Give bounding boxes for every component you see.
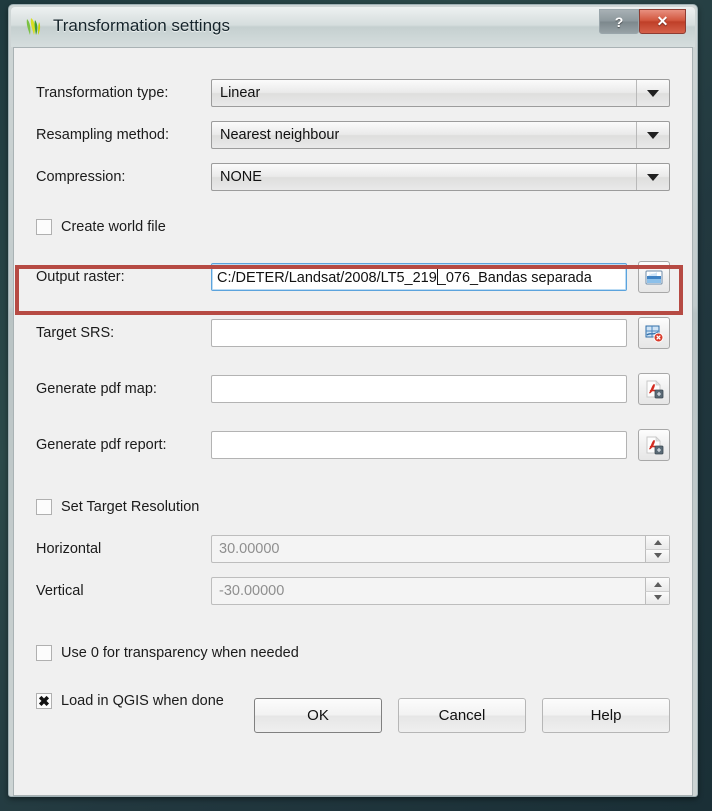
transformation-type-select[interactable]: Linear: [211, 79, 670, 107]
generate-pdf-report-label: Generate pdf report:: [36, 437, 167, 453]
vertical-stepper[interactable]: -30.00000: [211, 577, 670, 605]
pdf-file-icon: [646, 380, 664, 399]
help-button[interactable]: Help: [542, 698, 670, 733]
output-raster-input[interactable]: C:/DETER/Landsat/2008/LT5_219_076_Bandas…: [211, 263, 627, 291]
use-zero-transparency-label: Use 0 for transparency when needed: [61, 645, 299, 661]
title-bar: Transformation settings ? ✕: [11, 7, 695, 47]
pdf-file-icon: [646, 436, 664, 455]
chevron-down-icon[interactable]: [636, 164, 669, 190]
transformation-type-value: Linear: [220, 85, 261, 101]
generate-pdf-map-row: Generate pdf map:: [36, 373, 670, 405]
vertical-spin-buttons[interactable]: [645, 578, 669, 604]
transformation-settings-dialog: Transformation settings ? ✕ Transformati…: [8, 4, 698, 797]
target-srs-label: Target SRS:: [36, 325, 115, 341]
generate-pdf-map-browse-button[interactable]: [638, 373, 670, 405]
output-raster-label: Output raster:: [36, 269, 125, 285]
close-icon[interactable]: ✕: [639, 9, 686, 34]
resampling-method-row: Resampling method: Nearest neighbour: [36, 120, 670, 150]
crs-select-icon: [645, 325, 664, 343]
target-srs-select-button[interactable]: [638, 317, 670, 349]
target-srs-row: Target SRS:: [36, 317, 670, 349]
load-in-qgis-label: Load in QGIS when done: [61, 693, 224, 709]
horizontal-spin-buttons[interactable]: [645, 536, 669, 562]
window-title: Transformation settings: [53, 16, 230, 35]
spin-down-icon[interactable]: [645, 591, 669, 604]
create-world-file-checkbox[interactable]: [36, 219, 52, 235]
compression-row: Compression: NONE: [36, 162, 670, 192]
compression-label: Compression:: [36, 169, 126, 185]
settings-form: Transformation type: Linear Resampling m…: [14, 48, 692, 795]
horizontal-value: 30.00000: [219, 541, 280, 557]
compression-select[interactable]: NONE: [211, 163, 670, 191]
resampling-method-value: Nearest neighbour: [220, 127, 340, 143]
dialog-button-bar: OK Cancel Help: [254, 698, 670, 733]
horizontal-resolution-row: Horizontal 30.00000: [36, 534, 670, 564]
generate-pdf-report-browse-button[interactable]: [638, 429, 670, 461]
output-raster-row: Output raster: C:/DETER/Landsat/2008/LT5…: [36, 261, 670, 293]
resampling-method-label: Resampling method:: [36, 127, 169, 143]
create-world-file-label: Create world file: [61, 219, 166, 235]
output-raster-text-after-caret: _076_Bandas separada: [437, 269, 592, 286]
target-srs-input[interactable]: [211, 319, 627, 347]
set-target-resolution-checkbox[interactable]: [36, 499, 52, 515]
vertical-value: -30.00000: [219, 583, 285, 599]
spin-up-icon[interactable]: [645, 578, 669, 592]
generate-pdf-map-label: Generate pdf map:: [36, 381, 157, 397]
generate-pdf-report-row: Generate pdf report:: [36, 429, 670, 461]
use-zero-transparency-checkbox[interactable]: [36, 645, 52, 661]
generate-pdf-report-input[interactable]: [211, 431, 627, 459]
transformation-type-row: Transformation type: Linear: [36, 78, 670, 108]
horizontal-stepper[interactable]: 30.00000: [211, 535, 670, 563]
dialog-client-area: Transformation type: Linear Resampling m…: [13, 47, 693, 796]
vertical-resolution-row: Vertical -30.00000: [36, 576, 670, 606]
output-raster-text-before-caret: C:/DETER/Landsat/2008/LT5_219: [217, 269, 437, 286]
compression-value: NONE: [220, 169, 262, 185]
load-in-qgis-checkbox[interactable]: ✖: [36, 693, 52, 709]
spin-down-icon[interactable]: [645, 549, 669, 562]
set-target-resolution-label: Set Target Resolution: [61, 499, 200, 515]
qgis-leaf-icon: [26, 18, 41, 35]
output-raster-value: C:/DETER/Landsat/2008/LT5_219_076_Bandas…: [212, 268, 592, 286]
set-target-resolution-row[interactable]: Set Target Resolution: [36, 494, 670, 520]
vertical-label: Vertical: [36, 583, 84, 599]
use-zero-transparency-row[interactable]: Use 0 for transparency when needed: [36, 640, 670, 666]
chevron-down-icon[interactable]: [636, 122, 669, 148]
create-world-file-row[interactable]: Create world file: [36, 214, 670, 240]
titlebar-help-button[interactable]: ?: [599, 9, 639, 34]
resampling-method-select[interactable]: Nearest neighbour: [211, 121, 670, 149]
generate-pdf-map-input[interactable]: [211, 375, 627, 403]
transformation-type-label: Transformation type:: [36, 85, 169, 101]
cancel-button[interactable]: Cancel: [398, 698, 526, 733]
horizontal-label: Horizontal: [36, 541, 102, 557]
ok-button[interactable]: OK: [254, 698, 382, 733]
open-folder-icon: [645, 270, 663, 285]
output-raster-browse-button[interactable]: [638, 261, 670, 293]
checkbox-mark: ✖: [38, 693, 50, 709]
chevron-down-icon[interactable]: [636, 80, 669, 106]
spin-up-icon[interactable]: [645, 536, 669, 550]
